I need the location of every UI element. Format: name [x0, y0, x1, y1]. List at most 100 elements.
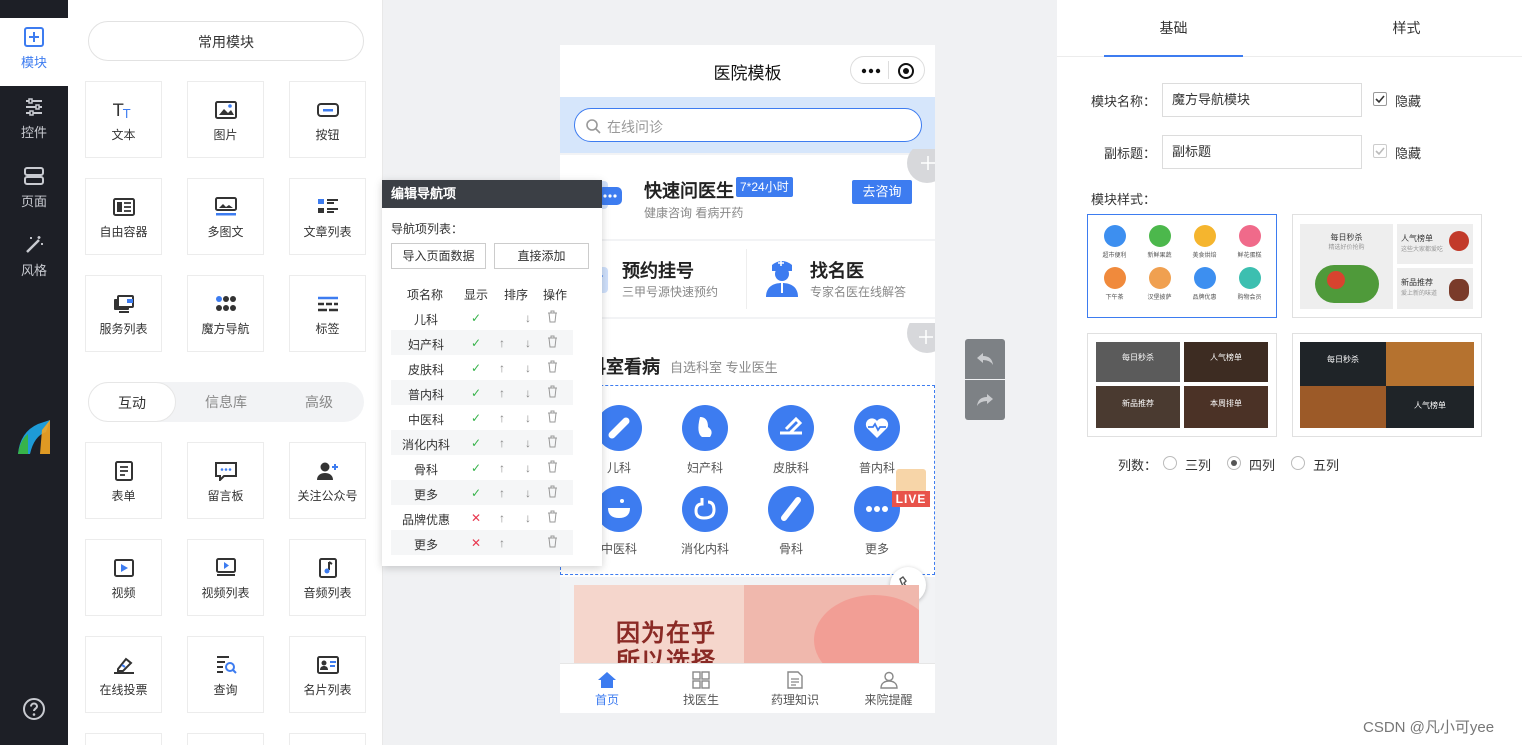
column-radio-3[interactable] [1163, 456, 1177, 470]
visible-check-icon[interactable]: ✓ [471, 386, 481, 400]
dept-icon-pediatrics[interactable] [596, 405, 642, 451]
more-dots-icon[interactable] [861, 66, 881, 76]
style-option-dark-tiles[interactable]: 每日秒杀 人气榜单 新品推荐 本周排单 [1087, 333, 1277, 437]
delete-icon[interactable] [547, 535, 558, 548]
module-tag[interactable]: 标签 [289, 275, 366, 352]
move-up-icon[interactable]: ↑ [499, 461, 505, 475]
move-up-icon[interactable]: ↑ [499, 386, 505, 400]
delete-icon[interactable] [547, 310, 558, 323]
close-target-icon[interactable] [897, 62, 915, 80]
tab-reminder[interactable]: 来院提醒 [842, 664, 935, 713]
delete-icon[interactable] [547, 510, 558, 523]
module-name-input[interactable]: 魔方导航模块 [1162, 83, 1362, 117]
module-form[interactable]: 表单 [85, 442, 162, 519]
module-image[interactable]: 图片 [187, 81, 264, 158]
hidden-cross-icon[interactable]: ✕ [471, 511, 481, 525]
rail-item-pages[interactable]: 页面 [0, 157, 68, 225]
module-video[interactable]: 视频 [85, 539, 162, 616]
style-option-feature-cards[interactable]: 每日秒杀 精选好价抢购 人气榜单 这些大家都爱吃 新品推荐 爱上新的味道 [1292, 214, 1482, 318]
module-container[interactable]: 自由容器 [85, 178, 162, 255]
move-down-icon[interactable]: ↓ [525, 461, 531, 475]
move-down-icon[interactable]: ↓ [525, 486, 531, 500]
move-up-icon[interactable]: ↑ [499, 361, 505, 375]
drag-move-icon[interactable] [905, 323, 935, 355]
department-module[interactable]: 科室看病 自选科室 专业医生 儿科 妇产科 皮肤科 普内科 中医科 消化内科 骨… [560, 319, 935, 577]
rail-item-style[interactable]: 风格 [0, 226, 68, 294]
tab-knowledge[interactable]: 药理知识 [748, 664, 842, 713]
hide-subtitle-checkbox[interactable] [1373, 144, 1387, 158]
common-modules-title[interactable]: 常用模块 [88, 21, 364, 61]
tab-style[interactable]: 样式 [1337, 0, 1476, 57]
module-text[interactable]: TT 文本 [85, 81, 162, 158]
help-icon[interactable] [22, 697, 46, 721]
visible-check-icon[interactable]: ✓ [471, 361, 481, 375]
live-widget[interactable]: LIVE [892, 469, 930, 511]
search-input[interactable]: 在线问诊 [574, 108, 922, 142]
move-down-icon[interactable]: ↓ [525, 336, 531, 350]
visible-check-icon[interactable]: ✓ [471, 311, 481, 325]
move-down-icon[interactable]: ↓ [525, 386, 531, 400]
module-service-list[interactable]: 服务列表 [85, 275, 162, 352]
move-down-icon[interactable]: ↓ [525, 511, 531, 525]
module-multi-image-text[interactable]: 多图文 [187, 178, 264, 255]
drag-move-icon[interactable] [905, 149, 935, 185]
move-up-icon[interactable]: ↑ [499, 436, 505, 450]
tab-basic[interactable]: 基础 [1104, 0, 1243, 57]
dept-icon-internal[interactable] [854, 405, 900, 451]
visible-check-icon[interactable]: ✓ [471, 336, 481, 350]
visible-check-icon[interactable]: ✓ [471, 461, 481, 475]
module-card-list[interactable]: 名片列表 [289, 636, 366, 713]
module-video-list[interactable]: 视频列表 [187, 539, 264, 616]
tab-info-library[interactable]: 信息库 [180, 382, 272, 422]
import-page-data-button[interactable]: 导入页面数据 [391, 243, 486, 269]
delete-icon[interactable] [547, 410, 558, 423]
tab-home[interactable]: 首页 [560, 664, 654, 713]
hidden-cross-icon[interactable]: ✕ [471, 536, 481, 550]
delete-icon[interactable] [547, 485, 558, 498]
visible-check-icon[interactable]: ✓ [471, 486, 481, 500]
module-button[interactable]: 按钮 [289, 81, 366, 158]
move-up-icon[interactable]: ↑ [499, 486, 505, 500]
grid-nav-selected[interactable]: 儿科 妇产科 皮肤科 普内科 中医科 消化内科 骨科 更多 [560, 385, 935, 575]
redo-button[interactable] [965, 380, 1005, 420]
column-radio-5[interactable] [1291, 456, 1305, 470]
style-option-mosaic[interactable]: 每日秒杀 人气榜单 [1292, 333, 1482, 437]
tab-find-doctor[interactable]: 找医生 [654, 664, 748, 713]
module-follow-account[interactable]: 关注公众号 [289, 442, 366, 519]
delete-icon[interactable] [547, 335, 558, 348]
visible-check-icon[interactable]: ✓ [471, 411, 481, 425]
module-audio-list[interactable]: 音频列表 [289, 539, 366, 616]
move-down-icon[interactable]: ↓ [525, 361, 531, 375]
dept-icon-chinese-medicine[interactable] [596, 486, 642, 532]
move-up-icon[interactable]: ↑ [499, 336, 505, 350]
delete-icon[interactable] [547, 385, 558, 398]
undo-button[interactable] [965, 339, 1005, 379]
delete-icon[interactable] [547, 435, 558, 448]
quick-consult-card[interactable]: 快速问医生 7*24小时 健康咨询 看病开药 去咨询 [560, 149, 935, 239]
dept-icon-dermatology[interactable] [768, 405, 814, 451]
dept-icon-gastro[interactable] [682, 486, 728, 532]
promo-banner[interactable]: 因为在乎 所以选择 [574, 585, 919, 665]
hide-module-checkbox[interactable] [1373, 92, 1387, 106]
tab-advanced[interactable]: 高级 [274, 382, 364, 422]
capsule-menu[interactable] [850, 56, 925, 84]
dept-icon-orthopedics[interactable] [768, 486, 814, 532]
dept-icon-obstetrics[interactable] [682, 405, 728, 451]
module-online-vote[interactable]: 在线投票 [85, 636, 162, 713]
move-up-icon[interactable]: ↑ [499, 411, 505, 425]
move-down-icon[interactable]: ↓ [525, 411, 531, 425]
add-directly-button[interactable]: 直接添加 [494, 243, 589, 269]
module-message-board[interactable]: 留言板 [187, 442, 264, 519]
tab-interactive[interactable]: 互动 [88, 382, 176, 422]
rail-item-modules[interactable]: 模块 [0, 18, 68, 86]
subtitle-input[interactable]: 副标题 [1162, 135, 1362, 169]
module-article-list[interactable]: 文章列表 [289, 178, 366, 255]
rail-item-controls[interactable]: 控件 [0, 88, 68, 156]
visible-check-icon[interactable]: ✓ [471, 436, 481, 450]
move-down-icon[interactable]: ↓ [525, 436, 531, 450]
move-down-icon[interactable]: ↓ [525, 311, 531, 325]
delete-icon[interactable] [547, 460, 558, 473]
consult-button[interactable]: 去咨询 [852, 180, 912, 204]
find-doctor-card[interactable]: 找名医 专家名医在线解答 [748, 241, 935, 317]
style-option-icon-grid[interactable]: 超市便利 新鲜果蔬 美食烘焙 鲜花蛋糕 下午茶 汉堡披萨 品牌优惠 购物会员 [1087, 214, 1277, 318]
